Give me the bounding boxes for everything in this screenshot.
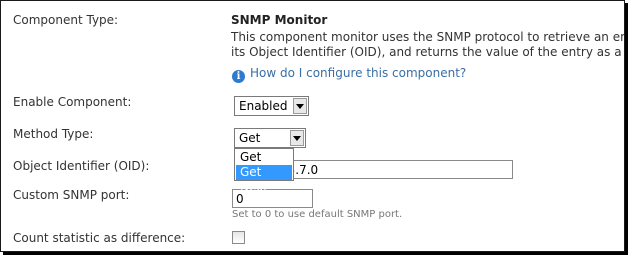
method-option-get[interactable]: Get <box>236 150 292 165</box>
enable-component-selected-value: Enabled <box>239 99 288 113</box>
component-description-line-2: its Object Identifier (OID), and returns… <box>231 45 624 59</box>
component-type-label: Component Type: <box>13 13 119 27</box>
method-type-label: Method Type: <box>13 127 94 141</box>
oid-label: Object Identifier (OID): <box>13 159 150 173</box>
chevron-down-icon[interactable] <box>290 130 304 146</box>
snmp-monitor-settings-panel: Component Type: SNMP Monitor This compon… <box>0 0 625 252</box>
count-difference-checkbox[interactable] <box>232 231 245 244</box>
help-configure-link[interactable]: How do I configure this component? <box>250 66 466 80</box>
help-row: i How do I configure this component? <box>232 66 466 83</box>
method-type-selected-value: Get <box>239 131 261 145</box>
info-icon: i <box>232 70 245 83</box>
chevron-down-icon[interactable] <box>293 98 307 114</box>
component-type-value: SNMP Monitor <box>231 13 328 27</box>
method-type-dropdown-list: Get Get Next <box>234 148 294 194</box>
custom-port-label: Custom SNMP port: <box>13 188 130 202</box>
enable-component-label: Enable Component: <box>13 95 132 109</box>
method-option-get-next[interactable]: Get Next <box>236 165 292 194</box>
method-type-select[interactable]: Get <box>234 128 306 148</box>
enable-component-select[interactable]: Enabled <box>234 96 309 116</box>
count-difference-label: Count statistic as difference: <box>13 231 186 245</box>
custom-port-hint: Set to 0 to use default SNMP port. <box>232 209 403 220</box>
component-description-line-1: This component monitor uses the SNMP pro… <box>231 30 624 44</box>
